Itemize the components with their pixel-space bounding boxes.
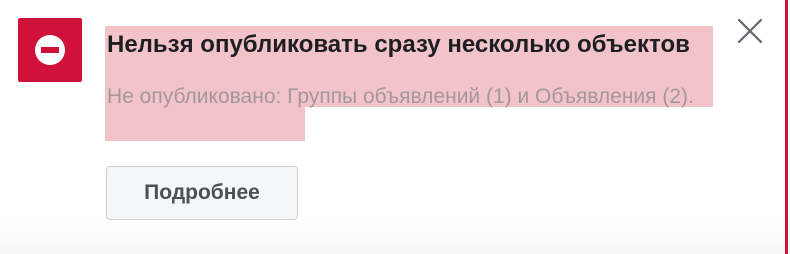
close-icon [737, 18, 763, 44]
accent-bar [785, 0, 788, 254]
notification-message: Не опубликовано: Группы объявлений (1) и… [107, 85, 694, 108]
notification-title: Нельзя опубликовать сразу несколько объе… [107, 31, 690, 58]
close-button[interactable] [733, 14, 767, 48]
error-stop-icon [18, 18, 82, 82]
error-notification: Нельзя опубликовать сразу несколько объе… [0, 0, 790, 254]
details-button[interactable]: Подробнее [106, 166, 298, 220]
